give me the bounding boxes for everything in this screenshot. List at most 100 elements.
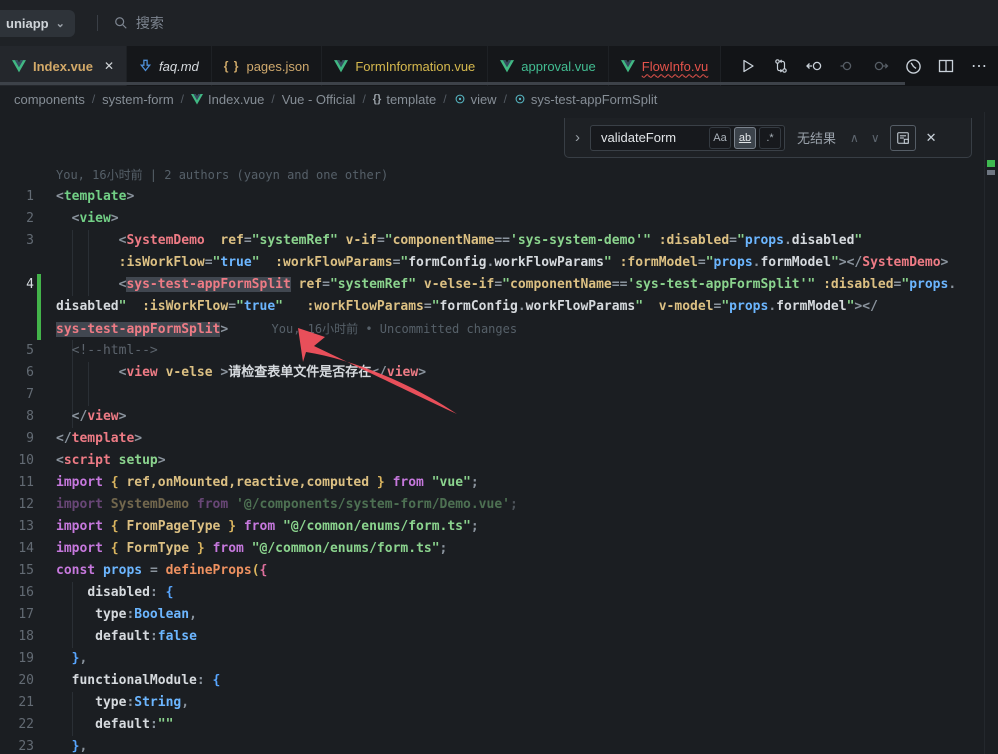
run-status-icon[interactable] [900, 53, 926, 79]
tab-pages-json[interactable]: { } pages.json [212, 46, 323, 86]
close-icon[interactable]: ✕ [926, 130, 937, 146]
modified-line-gutter-bar [37, 274, 41, 296]
split-editor-icon[interactable] [933, 53, 959, 79]
line-number: 5 [0, 340, 34, 362]
chevron-down-icon: ⌄ [56, 17, 65, 30]
more-actions-icon[interactable]: ⋯ [966, 53, 992, 79]
search-placeholder: 搜索 [136, 13, 164, 33]
whole-word-toggle[interactable]: ab [734, 127, 756, 149]
tab-flowinfo-vue[interactable]: FlowInfo.vu [609, 46, 721, 86]
breadcrumb-vue-official[interactable]: Vue - Official [282, 92, 356, 107]
line-number: 10 [0, 450, 34, 472]
tab-label: pages.json [246, 59, 309, 74]
breadcrumb-components[interactable]: components [14, 92, 85, 107]
toggle-replace-icon[interactable]: › [573, 129, 582, 146]
line-number: 6 [0, 362, 34, 384]
line-number: 15 [0, 560, 34, 582]
search-icon [114, 16, 128, 30]
code-line: 14import { FormType } from "@/common/enu… [0, 538, 998, 560]
workspace-name: uniapp [6, 16, 49, 31]
tab-label: FlowInfo.vu [642, 59, 708, 74]
line-number: 13 [0, 516, 34, 538]
regex-toggle[interactable]: .* [759, 127, 781, 149]
find-results-count: 无结果 [797, 128, 836, 147]
line-number: 14 [0, 538, 34, 560]
vue-icon [621, 60, 635, 73]
code-line: 8 </view> [0, 406, 998, 428]
match-case-toggle[interactable]: Aa [709, 127, 731, 149]
code-line: 5 <!--html--> [0, 340, 998, 362]
tab-label: FormInformation.vue [355, 59, 475, 74]
code-line: 19 }, [0, 648, 998, 670]
line-number: 1 [0, 186, 34, 208]
code-line: 20 functionalModule: { [0, 670, 998, 692]
line-number: 9 [0, 428, 34, 450]
tabbar-scrollbar[interactable] [0, 82, 905, 85]
next-change-icon[interactable] [867, 53, 893, 79]
code-line: 13import { FromPageType } from "@/common… [0, 516, 998, 538]
breadcrumb-index-vue[interactable]: Index.vue [191, 92, 264, 107]
vue-icon [12, 60, 26, 73]
code-line: 17 type:Boolean, [0, 604, 998, 626]
tab-label: approval.vue [521, 59, 595, 74]
breadcrumb-system-form[interactable]: system-form [102, 92, 174, 107]
code-line: 4 <sys-test-appFormSplit ref="systemRef"… [0, 274, 998, 296]
symbol-element-icon [514, 93, 526, 105]
overview-mark [987, 170, 995, 175]
tab-approval-vue[interactable]: approval.vue [488, 46, 608, 86]
code-editor[interactable]: You, 16小时前 | 2 authors (yaoyn and one ot… [0, 112, 998, 754]
tab-index-vue[interactable]: Index.vue ✕ [0, 46, 127, 86]
prev-change-icon[interactable] [834, 53, 860, 79]
tab-forminformation-vue[interactable]: FormInformation.vue [322, 46, 488, 86]
tab-label: Index.vue [33, 59, 93, 74]
modified-line-gutter-bar [37, 318, 41, 340]
open-change-icon[interactable] [801, 53, 827, 79]
titlebar-divider [97, 15, 98, 31]
workspace-menu[interactable]: uniapp ⌄ [0, 10, 75, 37]
line-number: 7 [0, 384, 34, 406]
next-match-icon[interactable]: ∨ [869, 131, 882, 145]
code-line: 16 disabled: { [0, 582, 998, 604]
overview-modified-mark [987, 160, 995, 167]
tab-bar: Index.vue ✕ faq.md { } pages.json FormIn… [0, 46, 998, 86]
find-in-selection-icon[interactable] [890, 125, 916, 151]
code-line: 3 <SystemDemo ref="systemRef" v-if="comp… [0, 230, 998, 252]
code-line: 11import { ref,onMounted,reactive,comput… [0, 472, 998, 494]
git-compare-icon[interactable] [768, 53, 794, 79]
breadcrumb: components / system-form / Index.vue / V… [0, 86, 998, 112]
line-number: 8 [0, 406, 34, 428]
close-icon[interactable]: ✕ [104, 59, 114, 73]
breadcrumb-template[interactable]: {} template [373, 92, 436, 107]
tab-faq-md[interactable]: faq.md [127, 46, 212, 86]
vue-icon [334, 60, 348, 73]
line-number: 16 [0, 582, 34, 604]
code-line: 15const props = defineProps({ [0, 560, 998, 582]
line-number: 20 [0, 670, 34, 692]
line-number: 2 [0, 208, 34, 230]
symbol-module-icon: {} [373, 93, 382, 105]
code-line: 2 <view> [0, 208, 998, 230]
json-braces-icon: { } [224, 59, 240, 73]
editor-actions: ⋯ [735, 46, 992, 86]
find-input[interactable] [599, 129, 709, 146]
code-line: 18 default:false [0, 626, 998, 648]
global-search[interactable]: 搜索 [114, 13, 164, 33]
breadcrumb-sys-test-appformsplit[interactable]: sys-test-appFormSplit [514, 92, 657, 107]
line-number: 17 [0, 604, 34, 626]
code-line: 10<script setup> [0, 450, 998, 472]
code-line: 23 }, [0, 736, 998, 754]
code-rows: You, 16小时前 | 2 authors (yaoyn and one ot… [0, 164, 998, 754]
symbol-element-icon [454, 93, 466, 105]
run-icon[interactable] [735, 53, 761, 79]
code-line: disabled" :isWorkFlow="true" :workFlowPa… [0, 296, 998, 318]
tab-label: faq.md [159, 59, 199, 74]
line-number: 12 [0, 494, 34, 516]
title-bar: uniapp ⌄ 搜索 [0, 0, 998, 46]
code-line: 21 type:String, [0, 692, 998, 714]
code-line: You, 16小时前 | 2 authors (yaoyn and one ot… [0, 164, 998, 186]
find-widget: › Aa ab .* 无结果 ∧ ∨ ✕ [564, 118, 972, 158]
breadcrumb-view[interactable]: view [454, 92, 497, 107]
previous-match-icon[interactable]: ∧ [848, 131, 861, 145]
find-input-box: Aa ab .* [590, 125, 785, 151]
line-number: 22 [0, 714, 34, 736]
